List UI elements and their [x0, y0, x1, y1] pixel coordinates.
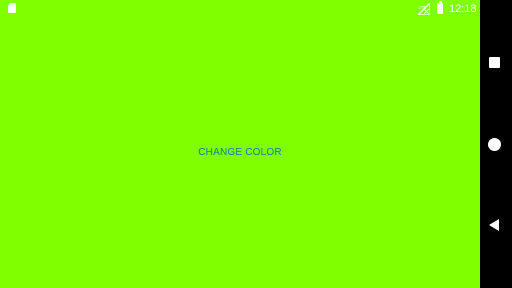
status-clock: 12:18: [449, 3, 477, 15]
battery-icon: [437, 1, 443, 14]
status-bar: LTE 12:18: [0, 0, 480, 18]
home-icon[interactable]: [488, 138, 501, 151]
no-signal-icon: LTE: [418, 3, 430, 15]
navigation-bar: [480, 0, 512, 288]
recents-icon[interactable]: [489, 57, 500, 68]
svg-text:LTE: LTE: [419, 5, 427, 10]
sd-card-icon: [8, 3, 16, 13]
app-screen: LTE 12:18 CHANGE COLOR: [0, 0, 480, 288]
change-color-button[interactable]: CHANGE COLOR: [195, 140, 285, 164]
back-icon[interactable]: [489, 219, 499, 231]
